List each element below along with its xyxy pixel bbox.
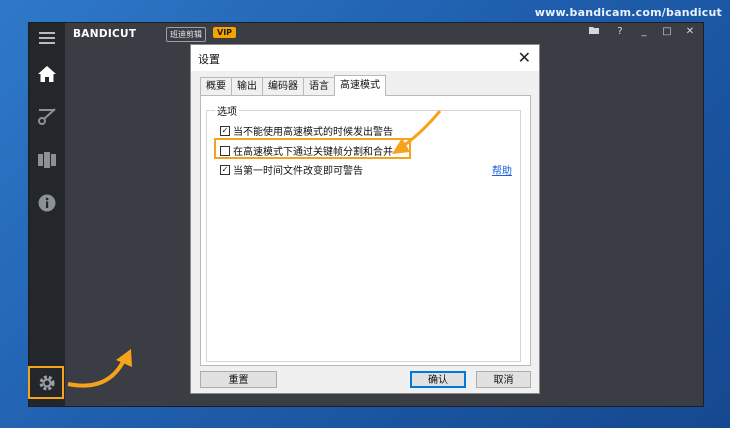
tab-high-speed-mode[interactable]: 高速模式 — [334, 75, 386, 96]
arrow-to-option — [392, 110, 442, 154]
arrow-from-gear — [67, 349, 132, 388]
annotation-arrows — [67, 110, 442, 388]
